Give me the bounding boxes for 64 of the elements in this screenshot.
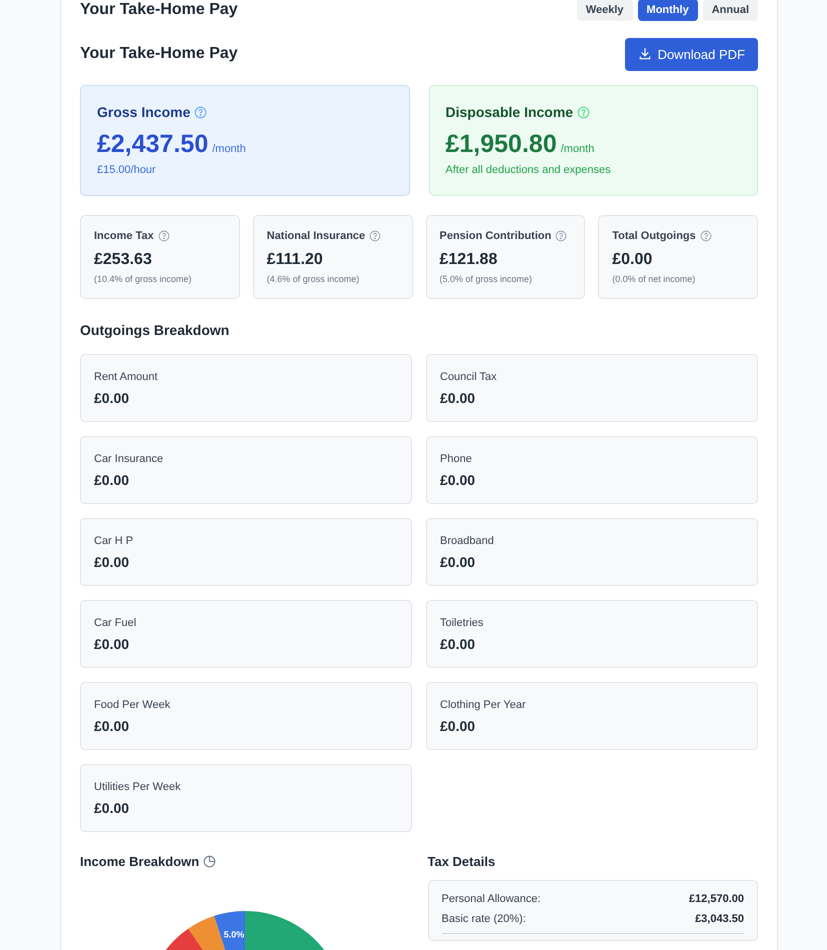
amount: £0.00 <box>94 472 130 488</box>
amount: £2,437.50 <box>97 130 208 159</box>
amount: £0.00 <box>440 554 476 570</box>
card-title: Disposable Income <box>446 104 574 120</box>
card-label: Toiletries <box>440 616 484 628</box>
unit-label: /month <box>212 143 246 155</box>
amount: £0.00 <box>94 554 130 570</box>
pie-chart-icon <box>203 855 216 868</box>
amount: £111.20 <box>266 251 324 269</box>
tax-value: £3,043.50 <box>695 913 744 925</box>
amount: £0.00 <box>440 636 476 652</box>
card-label: Utilities Per Week <box>94 780 182 792</box>
help-icon[interactable] <box>577 106 590 118</box>
card-title: Total Outgoings <box>612 230 696 242</box>
note: £15.00/hour <box>97 164 157 176</box>
period-tab[interactable]: Annual <box>702 0 758 21</box>
period-tab[interactable]: Weekly <box>576 0 633 21</box>
help-icon[interactable] <box>194 106 208 118</box>
help-icon[interactable] <box>369 230 382 242</box>
amount: £1,950.80 <box>446 130 557 159</box>
slice-label: 5.0% <box>224 929 245 940</box>
tax-label: Basic rate (20%): <box>442 913 526 925</box>
card-label: Broadband <box>440 534 495 546</box>
card-label: Car H P <box>94 534 134 546</box>
card-label: Food Per Week <box>94 698 172 710</box>
section-title: Income Breakdown <box>80 854 200 869</box>
note: After all deductions and expenses <box>446 164 612 176</box>
download-icon <box>638 47 652 61</box>
section-title: Your Take-Home Pay <box>80 45 238 63</box>
card-label: Council Tax <box>440 370 498 382</box>
section-title: Outgoings Breakdown <box>80 322 230 338</box>
amount: £121.88 <box>440 251 498 269</box>
note: (0.0% of net income) <box>612 274 696 284</box>
card-title: Income Tax <box>94 230 154 242</box>
card-label: Phone <box>440 452 473 464</box>
note: (4.6% of gross income) <box>266 274 360 284</box>
card-label: Clothing Per Year <box>440 698 527 710</box>
help-icon[interactable] <box>555 230 568 242</box>
help-icon[interactable] <box>700 230 712 242</box>
card-title: Gross Income <box>97 104 190 120</box>
tax-label: Personal Allowance: <box>442 893 541 905</box>
help-icon[interactable] <box>158 230 170 242</box>
amount: £0.00 <box>94 800 130 816</box>
amount: £253.63 <box>94 251 153 269</box>
download-button[interactable]: Download PDF <box>624 38 758 70</box>
card-label: Car Insurance <box>94 452 164 464</box>
unit-label: /month <box>560 143 594 155</box>
card-label: Rent Amount <box>94 370 159 382</box>
note: (5.0% of gross income) <box>440 274 534 284</box>
amount: £0.00 <box>440 472 476 488</box>
amount: £0.00 <box>94 390 130 406</box>
tax-value: £12,570.00 <box>688 893 744 905</box>
amount: £0.00 <box>94 636 130 652</box>
card-label: Car Fuel <box>94 616 138 628</box>
card-title: Pension Contribution <box>440 230 552 242</box>
card-title: National Insurance <box>266 230 366 242</box>
amount: £0.00 <box>612 251 654 269</box>
note: (10.4% of gross income) <box>94 274 193 284</box>
amount: £0.00 <box>440 718 476 734</box>
page-title: Your Take-Home Pay <box>80 1 238 19</box>
period-tab[interactable]: Monthly <box>638 0 698 21</box>
amount: £0.00 <box>94 718 130 734</box>
amount: £0.00 <box>440 390 476 406</box>
section-title: Tax Details <box>428 854 496 869</box>
